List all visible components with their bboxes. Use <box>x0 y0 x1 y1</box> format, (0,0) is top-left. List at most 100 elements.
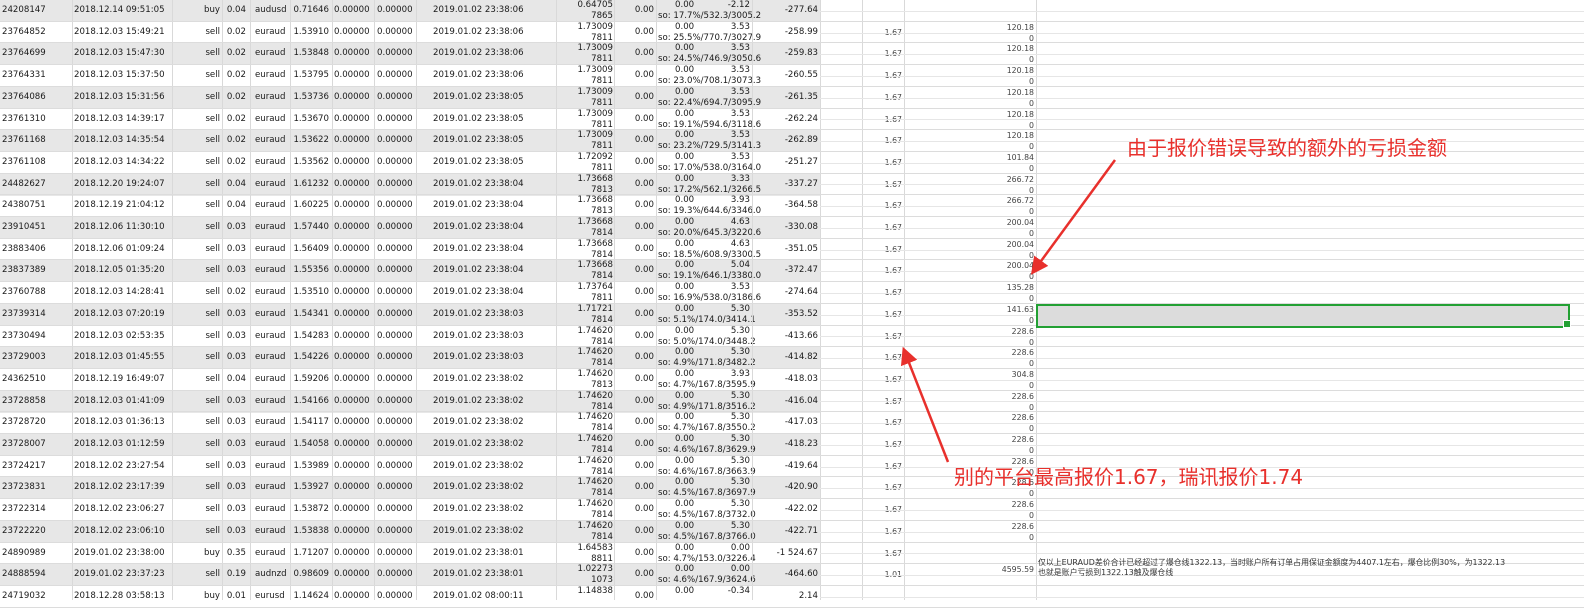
cell-close-price[interactable]: 1.74620 <box>560 412 613 423</box>
cell-swap[interactable]: 3.93 <box>706 369 750 380</box>
cell-tp[interactable]: 0.00000 <box>377 179 415 190</box>
cell-swap[interactable]: 3.93 <box>706 195 750 206</box>
cell-size[interactable]: 0.03 <box>222 461 246 472</box>
cell-sl[interactable]: 0.00000 <box>334 482 372 493</box>
cell-open[interactable]: 0.98609 <box>293 569 329 580</box>
cell-profit[interactable]: -413.66 <box>760 331 818 342</box>
cell-size[interactable]: 0.02 <box>222 135 246 146</box>
cell-time[interactable]: 2018.12.03 14:28:41 <box>74 287 184 298</box>
cell-symbol[interactable]: euraud <box>255 287 289 298</box>
cell-tax[interactable]: 0.00 <box>675 43 705 54</box>
cell-type[interactable]: sell <box>176 396 220 407</box>
cell-symbol[interactable]: euraud <box>255 265 289 276</box>
cell-size[interactable]: 0.03 <box>222 309 246 320</box>
cell-comm[interactable]: 0.00 <box>618 48 654 59</box>
cell-symbol[interactable]: eurusd <box>255 591 289 602</box>
cell-comm[interactable]: 0.00 <box>618 309 654 320</box>
cell-profit[interactable]: -277.64 <box>760 5 818 16</box>
cell-open[interactable]: 1.53989 <box>293 461 329 472</box>
cell-comm[interactable]: 0.00 <box>618 352 654 363</box>
cell-swap[interactable]: -0.34 <box>706 586 750 597</box>
cell-profit[interactable]: 2.14 <box>760 591 818 602</box>
cell-type[interactable]: sell <box>176 135 220 146</box>
cell-id[interactable]: 23837389 <box>2 265 72 276</box>
cell-size[interactable]: 0.02 <box>222 157 246 168</box>
cell-open[interactable]: 1.54058 <box>293 439 329 450</box>
cell-size[interactable]: 0.03 <box>222 352 246 363</box>
cell-close-time[interactable]: 2019.01.02 23:38:06 <box>433 5 543 16</box>
cell-time[interactable]: 2018.12.20 19:24:07 <box>74 179 184 190</box>
cell-sl[interactable]: 0.00000 <box>334 222 372 233</box>
cell-symbol[interactable]: euraud <box>255 27 289 38</box>
cell-symbol[interactable]: euraud <box>255 157 289 168</box>
cell-close-time[interactable]: 2019.01.02 23:38:03 <box>433 331 543 342</box>
cell-close-time[interactable]: 2019.01.02 23:38:03 <box>433 309 543 320</box>
cell-type[interactable]: sell <box>176 439 220 450</box>
cell-swap[interactable]: 5.30 <box>706 521 750 532</box>
cell-size[interactable]: 0.03 <box>222 222 246 233</box>
cell-swap[interactable]: 3.53 <box>706 130 750 141</box>
cell-id[interactable]: 23883406 <box>2 244 72 255</box>
cell-tax[interactable]: 0.00 <box>675 87 705 98</box>
cell-swap[interactable]: 5.30 <box>706 304 750 315</box>
cell-comm[interactable]: 0.00 <box>618 70 654 81</box>
cell-tax[interactable]: 0.00 <box>675 412 705 423</box>
cell-profit[interactable]: -353.52 <box>760 309 818 320</box>
cell-sl[interactable]: 0.00000 <box>334 439 372 450</box>
cell-tp[interactable]: 0.00000 <box>377 70 415 81</box>
cell-close-price[interactable]: 1.73668 <box>560 174 613 185</box>
cell-id[interactable]: 23724217 <box>2 461 72 472</box>
cell-size[interactable]: 0.03 <box>222 417 246 428</box>
cell-tax[interactable]: 0.00 <box>675 456 705 467</box>
cell-tp[interactable]: 0.00000 <box>377 331 415 342</box>
cell-type[interactable]: sell <box>176 309 220 320</box>
cell-size[interactable]: 0.03 <box>222 265 246 276</box>
cell-close-time[interactable]: 2019.01.02 23:38:02 <box>433 417 543 428</box>
cell-time[interactable]: 2018.12.05 01:35:20 <box>74 265 184 276</box>
cell-symbol[interactable]: euraud <box>255 396 289 407</box>
cell-open[interactable]: 1.54117 <box>293 417 329 428</box>
cell-open[interactable]: 1.54283 <box>293 331 329 342</box>
cell-open[interactable]: 1.57440 <box>293 222 329 233</box>
cell-id[interactable]: 23761168 <box>2 135 72 146</box>
cell-close-time[interactable]: 2019.01.02 23:38:03 <box>433 352 543 363</box>
cell-id[interactable]: 24719032 <box>2 591 72 602</box>
cell-tax[interactable]: 0.00 <box>675 499 705 510</box>
cell-close-time[interactable]: 2019.01.02 23:38:04 <box>433 244 543 255</box>
cell-sl[interactable]: 0.00000 <box>334 417 372 428</box>
cell-id[interactable]: 23764852 <box>2 27 72 38</box>
cell-profit[interactable]: -259.83 <box>760 48 818 59</box>
cell-type[interactable]: sell <box>176 222 220 233</box>
cell-profit[interactable]: -420.90 <box>760 482 818 493</box>
cell-extra[interactable]: 120.18 <box>960 43 1034 54</box>
cell-time[interactable]: 2018.12.03 02:53:35 <box>74 331 184 342</box>
cell-sl[interactable]: 0.00000 <box>334 461 372 472</box>
cell-id[interactable]: 23760788 <box>2 287 72 298</box>
cell-sl[interactable]: 0.00000 <box>334 92 372 103</box>
cell-size[interactable]: 0.01 <box>222 591 246 602</box>
cell-symbol[interactable]: euraud <box>255 70 289 81</box>
cell-swap[interactable]: 3.53 <box>706 282 750 293</box>
cell-open[interactable]: 1.54341 <box>293 309 329 320</box>
cell-close-time[interactable]: 2019.01.02 23:38:04 <box>433 200 543 211</box>
cell-size[interactable]: 0.03 <box>222 244 246 255</box>
cell-swap[interactable]: 4.63 <box>706 239 750 250</box>
cell-time[interactable]: 2018.12.02 23:17:39 <box>74 482 184 493</box>
cell-extra[interactable]: 120.18 <box>960 130 1034 141</box>
cell-open[interactable]: 1.53562 <box>293 157 329 168</box>
cell-open[interactable]: 1.53872 <box>293 504 329 515</box>
cell-profit[interactable]: -422.71 <box>760 526 818 537</box>
cell-comm[interactable]: 0.00 <box>618 374 654 385</box>
cell-tp[interactable]: 0.00000 <box>377 244 415 255</box>
cell-comm[interactable]: 0.00 <box>618 331 654 342</box>
cell-open[interactable]: 1.53927 <box>293 482 329 493</box>
cell-swap[interactable]: 0.00 <box>706 543 750 554</box>
cell-sl[interactable]: 0.00000 <box>334 179 372 190</box>
cell-size[interactable]: 0.02 <box>222 27 246 38</box>
cell-profit[interactable]: -372.47 <box>760 265 818 276</box>
cell-type[interactable]: sell <box>176 482 220 493</box>
cell-tp[interactable]: 0.00000 <box>377 461 415 472</box>
cell-size[interactable]: 0.03 <box>222 526 246 537</box>
cell-swap[interactable]: 5.30 <box>706 326 750 337</box>
cell-time[interactable]: 2018.12.03 01:36:13 <box>74 417 184 428</box>
